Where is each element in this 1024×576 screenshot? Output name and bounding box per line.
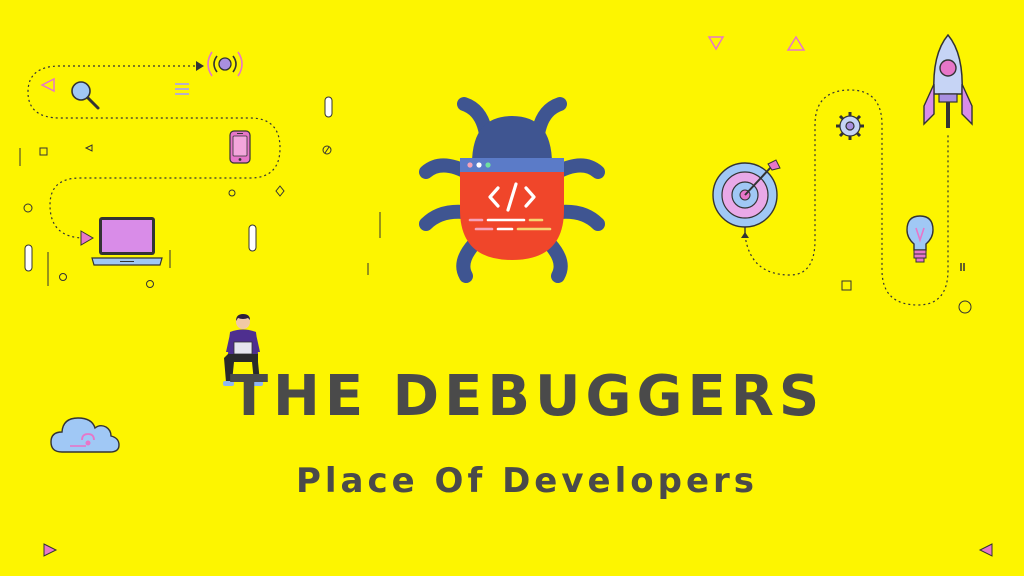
rocket-icon: [923, 33, 973, 128]
laptop-icon: [91, 217, 163, 266]
signal-icon: [207, 51, 243, 77]
triangle-filled: [43, 543, 58, 557]
search-icon: [71, 81, 100, 110]
triangle-outline: [707, 36, 725, 51]
title-text: THE DEBUGGERS: [229, 364, 825, 429]
hero-banner: THE DEBUGGERS Place Of Developers: [0, 0, 1024, 576]
tagline-text: Place Of Developers: [295, 461, 759, 501]
triangle-outline: [786, 35, 806, 51]
target-icon: [712, 159, 781, 238]
gear-icon: [836, 112, 864, 140]
triangle-filled: [978, 543, 993, 557]
bug-icon: [419, 97, 605, 283]
menu-lines-decor: [175, 83, 189, 95]
triangle-outline: [40, 77, 55, 93]
lightbulb-icon: [906, 215, 934, 263]
tagline: Place Of Developers: [0, 456, 1024, 506]
smartphone-icon: [229, 130, 251, 164]
page-title: THE DEBUGGERS: [0, 362, 1024, 432]
